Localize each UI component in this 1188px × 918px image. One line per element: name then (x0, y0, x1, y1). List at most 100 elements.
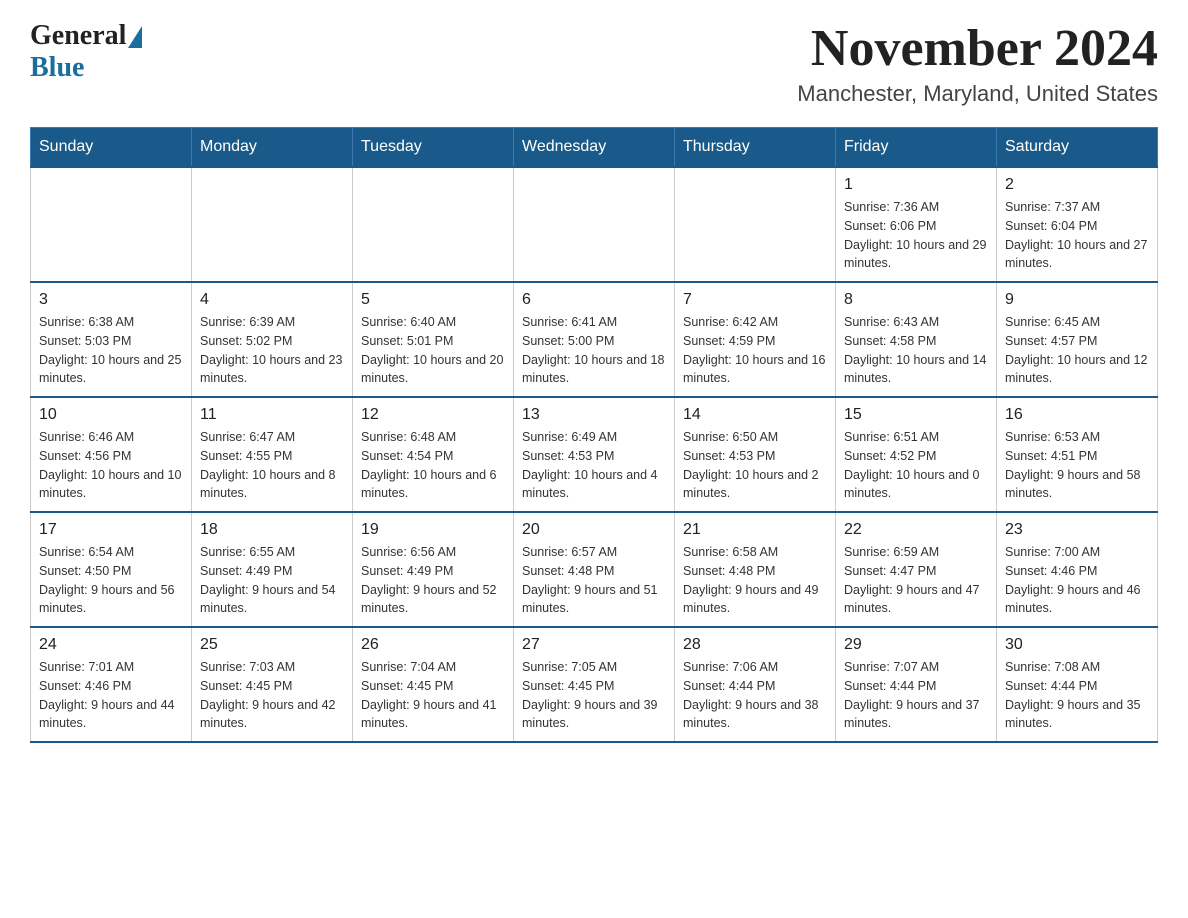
day-number: 23 (1005, 521, 1149, 539)
day-number: 10 (39, 406, 183, 424)
day-info: Sunrise: 6:50 AM Sunset: 4:53 PM Dayligh… (683, 428, 827, 503)
month-year-heading: November 2024 (797, 20, 1158, 77)
day-info: Sunrise: 6:58 AM Sunset: 4:48 PM Dayligh… (683, 543, 827, 618)
day-info: Sunrise: 7:06 AM Sunset: 4:44 PM Dayligh… (683, 658, 827, 733)
calendar-cell: 17 Sunrise: 6:54 AM Sunset: 4:50 PM Dayli… (31, 512, 192, 627)
day-number: 21 (683, 521, 827, 539)
day-number: 3 (39, 291, 183, 309)
calendar-cell: 13 Sunrise: 6:49 AM Sunset: 4:53 PM Dayli… (514, 397, 675, 512)
calendar-cell: 19 Sunrise: 6:56 AM Sunset: 4:49 PM Dayli… (353, 512, 514, 627)
day-info: Sunrise: 7:37 AM Sunset: 6:04 PM Dayligh… (1005, 198, 1149, 273)
day-info: Sunrise: 7:03 AM Sunset: 4:45 PM Dayligh… (200, 658, 344, 733)
calendar-cell: 1 Sunrise: 7:36 AM Sunset: 6:06 PM Daylig… (836, 167, 997, 282)
title-block: November 2024 Manchester, Maryland, Unit… (797, 20, 1158, 107)
page-header: General Blue November 2024 Manchester, M… (30, 20, 1158, 107)
calendar-week-row: 17 Sunrise: 6:54 AM Sunset: 4:50 PM Dayli… (31, 512, 1158, 627)
day-info: Sunrise: 6:55 AM Sunset: 4:49 PM Dayligh… (200, 543, 344, 618)
calendar-cell: 7 Sunrise: 6:42 AM Sunset: 4:59 PM Daylig… (675, 282, 836, 397)
day-number: 22 (844, 521, 988, 539)
day-info: Sunrise: 6:56 AM Sunset: 4:49 PM Dayligh… (361, 543, 505, 618)
day-info: Sunrise: 6:49 AM Sunset: 4:53 PM Dayligh… (522, 428, 666, 503)
day-info: Sunrise: 7:01 AM Sunset: 4:46 PM Dayligh… (39, 658, 183, 733)
calendar-cell: 5 Sunrise: 6:40 AM Sunset: 5:01 PM Daylig… (353, 282, 514, 397)
calendar-cell: 18 Sunrise: 6:55 AM Sunset: 4:49 PM Dayli… (192, 512, 353, 627)
day-info: Sunrise: 6:59 AM Sunset: 4:47 PM Dayligh… (844, 543, 988, 618)
day-number: 11 (200, 406, 344, 424)
calendar-cell: 4 Sunrise: 6:39 AM Sunset: 5:02 PM Daylig… (192, 282, 353, 397)
day-info: Sunrise: 7:05 AM Sunset: 4:45 PM Dayligh… (522, 658, 666, 733)
day-number: 8 (844, 291, 988, 309)
day-number: 20 (522, 521, 666, 539)
calendar-table: SundayMondayTuesdayWednesdayThursdayFrid… (30, 127, 1158, 743)
day-info: Sunrise: 6:39 AM Sunset: 5:02 PM Dayligh… (200, 313, 344, 388)
day-info: Sunrise: 7:36 AM Sunset: 6:06 PM Dayligh… (844, 198, 988, 273)
day-number: 7 (683, 291, 827, 309)
day-info: Sunrise: 6:43 AM Sunset: 4:58 PM Dayligh… (844, 313, 988, 388)
calendar-cell: 15Sunrise: 6:51 AM Sunset: 4:52 PM Dayli… (836, 397, 997, 512)
logo-blue-text: Blue (30, 52, 84, 84)
calendar-cell: 25Sunrise: 7:03 AM Sunset: 4:45 PM Dayli… (192, 627, 353, 742)
calendar-cell: 30Sunrise: 7:08 AM Sunset: 4:44 PM Dayli… (997, 627, 1158, 742)
calendar-cell: 29Sunrise: 7:07 AM Sunset: 4:44 PM Dayli… (836, 627, 997, 742)
day-number: 1 (844, 176, 988, 194)
day-info: Sunrise: 7:07 AM Sunset: 4:44 PM Dayligh… (844, 658, 988, 733)
calendar-cell: 20Sunrise: 6:57 AM Sunset: 4:48 PM Dayli… (514, 512, 675, 627)
calendar-week-row: 3 Sunrise: 6:38 AM Sunset: 5:03 PM Daylig… (31, 282, 1158, 397)
calendar-cell: 8 Sunrise: 6:43 AM Sunset: 4:58 PM Daylig… (836, 282, 997, 397)
day-info: Sunrise: 6:47 AM Sunset: 4:55 PM Dayligh… (200, 428, 344, 503)
day-number: 2 (1005, 176, 1149, 194)
day-info: Sunrise: 6:40 AM Sunset: 5:01 PM Dayligh… (361, 313, 505, 388)
calendar-cell: 16 Sunrise: 6:53 AM Sunset: 4:51 PM Dayli… (997, 397, 1158, 512)
day-info: Sunrise: 6:42 AM Sunset: 4:59 PM Dayligh… (683, 313, 827, 388)
calendar-cell: 28 Sunrise: 7:06 AM Sunset: 4:44 PM Dayli… (675, 627, 836, 742)
day-info: Sunrise: 6:51 AM Sunset: 4:52 PM Dayligh… (844, 428, 988, 503)
weekday-header-friday: Friday (836, 128, 997, 168)
calendar-cell: 2 Sunrise: 7:37 AM Sunset: 6:04 PM Daylig… (997, 167, 1158, 282)
day-info: Sunrise: 6:53 AM Sunset: 4:51 PM Dayligh… (1005, 428, 1149, 503)
weekday-header-tuesday: Tuesday (353, 128, 514, 168)
day-number: 6 (522, 291, 666, 309)
calendar-cell: 9Sunrise: 6:45 AM Sunset: 4:57 PM Daylig… (997, 282, 1158, 397)
weekday-header-monday: Monday (192, 128, 353, 168)
calendar-cell (31, 167, 192, 282)
day-number: 17 (39, 521, 183, 539)
location-text: Manchester, Maryland, United States (797, 81, 1158, 107)
calendar-cell: 26 Sunrise: 7:04 AM Sunset: 4:45 PM Dayli… (353, 627, 514, 742)
day-number: 14 (683, 406, 827, 424)
day-number: 19 (361, 521, 505, 539)
day-number: 16 (1005, 406, 1149, 424)
day-number: 13 (522, 406, 666, 424)
calendar-cell: 24 Sunrise: 7:01 AM Sunset: 4:46 PM Dayli… (31, 627, 192, 742)
weekday-header-wednesday: Wednesday (514, 128, 675, 168)
day-number: 18 (200, 521, 344, 539)
calendar-cell: 23 Sunrise: 7:00 AM Sunset: 4:46 PM Dayli… (997, 512, 1158, 627)
calendar-header-row: SundayMondayTuesdayWednesdayThursdayFrid… (31, 128, 1158, 168)
day-number: 9 (1005, 291, 1149, 309)
day-number: 28 (683, 636, 827, 654)
day-info: Sunrise: 6:46 AM Sunset: 4:56 PM Dayligh… (39, 428, 183, 503)
calendar-cell: 3 Sunrise: 6:38 AM Sunset: 5:03 PM Daylig… (31, 282, 192, 397)
calendar-week-row: 1 Sunrise: 7:36 AM Sunset: 6:06 PM Daylig… (31, 167, 1158, 282)
calendar-cell: 14 Sunrise: 6:50 AM Sunset: 4:53 PM Dayli… (675, 397, 836, 512)
day-info: Sunrise: 6:48 AM Sunset: 4:54 PM Dayligh… (361, 428, 505, 503)
day-number: 5 (361, 291, 505, 309)
day-info: Sunrise: 7:04 AM Sunset: 4:45 PM Dayligh… (361, 658, 505, 733)
calendar-cell: 12Sunrise: 6:48 AM Sunset: 4:54 PM Dayli… (353, 397, 514, 512)
day-info: Sunrise: 7:00 AM Sunset: 4:46 PM Dayligh… (1005, 543, 1149, 618)
day-number: 24 (39, 636, 183, 654)
calendar-cell: 27 Sunrise: 7:05 AM Sunset: 4:45 PM Dayli… (514, 627, 675, 742)
calendar-cell (353, 167, 514, 282)
weekday-header-sunday: Sunday (31, 128, 192, 168)
day-number: 4 (200, 291, 344, 309)
day-number: 26 (361, 636, 505, 654)
day-info: Sunrise: 6:38 AM Sunset: 5:03 PM Dayligh… (39, 313, 183, 388)
weekday-header-thursday: Thursday (675, 128, 836, 168)
calendar-cell: 21 Sunrise: 6:58 AM Sunset: 4:48 PM Dayli… (675, 512, 836, 627)
logo: General Blue (30, 20, 142, 84)
day-number: 27 (522, 636, 666, 654)
calendar-week-row: 10 Sunrise: 6:46 AM Sunset: 4:56 PM Dayli… (31, 397, 1158, 512)
calendar-cell (514, 167, 675, 282)
calendar-cell: 11 Sunrise: 6:47 AM Sunset: 4:55 PM Dayli… (192, 397, 353, 512)
day-info: Sunrise: 6:54 AM Sunset: 4:50 PM Dayligh… (39, 543, 183, 618)
calendar-cell (675, 167, 836, 282)
